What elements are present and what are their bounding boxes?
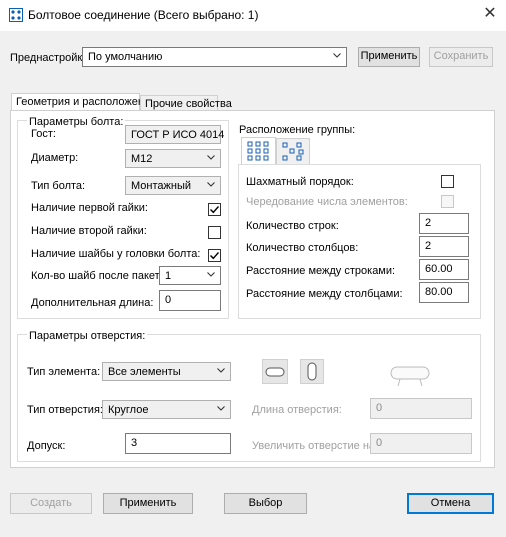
washers-after-value: 1 bbox=[165, 270, 172, 282]
cols-input[interactable]: 2 bbox=[419, 236, 469, 257]
second-nut-label: Наличие второй гайки: bbox=[31, 225, 147, 237]
tab-other-properties[interactable]: Прочие свойства bbox=[140, 95, 232, 111]
grid-icon bbox=[9, 8, 23, 22]
diameter-value: M12 bbox=[131, 153, 153, 165]
bolt-type-value: Монтажный bbox=[131, 180, 191, 192]
hole-type-value: Круглое bbox=[108, 404, 149, 416]
head-washer-label: Наличие шайбы у головки болта: bbox=[31, 248, 201, 260]
standard-value: ГОСТ Р ИСО 4014 bbox=[131, 129, 225, 141]
chevron-down-icon bbox=[217, 406, 225, 411]
rows-label: Количество строк: bbox=[246, 220, 339, 232]
standard-label: Гост: bbox=[31, 128, 56, 140]
col-spacing-input[interactable]: 80.00 bbox=[419, 282, 469, 303]
hole-type-label: Тип отверстия: bbox=[27, 404, 103, 416]
slot-vertical-button[interactable] bbox=[300, 359, 324, 384]
check-icon bbox=[210, 206, 220, 214]
bolt-type-dropdown[interactable]: Монтажный bbox=[125, 176, 221, 195]
staggered-layout-icon bbox=[282, 142, 304, 161]
extra-length-input[interactable]: 0 bbox=[159, 290, 221, 311]
close-icon[interactable]: ✕ bbox=[480, 5, 500, 25]
slot-horizontal-icon bbox=[265, 367, 285, 377]
cancel-button[interactable]: Отмена bbox=[407, 493, 494, 514]
diameter-dropdown[interactable]: M12 bbox=[125, 149, 221, 168]
grid-layout-icon bbox=[247, 141, 269, 161]
cols-label: Количество столбцов: bbox=[246, 242, 359, 254]
col-spacing-label: Расстояние между столбцами: bbox=[246, 288, 403, 300]
check-icon bbox=[210, 252, 220, 260]
washers-after-dropdown[interactable]: 1 bbox=[159, 266, 221, 285]
layout-group-title: Расположение группы: bbox=[239, 124, 356, 136]
select-button[interactable]: Выбор bbox=[224, 493, 307, 514]
rows-input[interactable]: 2 bbox=[419, 213, 469, 234]
second-nut-checkbox[interactable] bbox=[208, 226, 221, 239]
enlarge-input[interactable]: 0 bbox=[370, 433, 472, 454]
apply-button[interactable]: Применить bbox=[103, 493, 193, 514]
enlarge-label: Увеличить отверстие на: bbox=[252, 440, 379, 452]
head-washer-checkbox[interactable] bbox=[208, 249, 221, 262]
first-nut-checkbox[interactable] bbox=[208, 203, 221, 216]
chevron-down-icon bbox=[207, 182, 215, 187]
chevron-down-icon bbox=[217, 368, 225, 373]
bolt-type-label: Тип болта: bbox=[31, 180, 86, 192]
tolerance-input[interactable]: 3 bbox=[125, 433, 231, 454]
presets-label: Преднастройки: bbox=[10, 52, 92, 64]
washers-after-label: Кол-во шайб после пакета: bbox=[31, 270, 169, 282]
hole-length-label: Длина отверстия: bbox=[252, 404, 342, 416]
row-spacing-label: Расстояние между строками: bbox=[246, 265, 396, 277]
hole-preview-icon bbox=[390, 366, 430, 387]
element-type-value: Все элементы bbox=[108, 366, 181, 378]
extra-length-label: Дополнительная длина: bbox=[31, 297, 154, 309]
slot-horizontal-button[interactable] bbox=[262, 359, 288, 384]
alternate-checkbox[interactable] bbox=[441, 195, 454, 208]
hole-length-input[interactable]: 0 bbox=[370, 398, 472, 419]
chevron-down-icon bbox=[207, 155, 215, 160]
slot-vertical-icon bbox=[307, 362, 317, 381]
presets-value: По умолчанию bbox=[88, 51, 163, 63]
layout-staggered-tab[interactable] bbox=[276, 138, 310, 164]
hole-params-title: Параметры отверстия: bbox=[27, 330, 148, 343]
staggered-label: Шахматный порядок: bbox=[246, 176, 354, 188]
element-type-label: Тип элемента: bbox=[27, 366, 101, 378]
layout-grid-tab[interactable] bbox=[241, 137, 276, 164]
presets-apply-button[interactable]: Применить bbox=[358, 47, 420, 67]
chevron-down-icon bbox=[207, 272, 215, 277]
diameter-label: Диаметр: bbox=[31, 152, 79, 164]
standard-dropdown[interactable]: ГОСТ Р ИСО 4014 bbox=[125, 125, 225, 144]
presets-dropdown[interactable]: По умолчанию bbox=[82, 47, 347, 67]
alternate-label: Чередование числа элементов: bbox=[246, 196, 408, 208]
first-nut-label: Наличие первой гайки: bbox=[31, 202, 148, 214]
staggered-checkbox[interactable] bbox=[441, 175, 454, 188]
create-button[interactable]: Создать bbox=[10, 493, 92, 514]
tab-geometry[interactable]: Геометрия и расположение bbox=[11, 93, 156, 111]
element-type-dropdown[interactable]: Все элементы bbox=[102, 362, 231, 381]
window-title: Болтовое соединение (Всего выбрано: 1) bbox=[28, 8, 259, 22]
chevron-down-icon bbox=[333, 53, 341, 58]
hole-type-dropdown[interactable]: Круглое bbox=[102, 400, 231, 419]
presets-save-button[interactable]: Сохранить bbox=[429, 47, 493, 67]
tolerance-label: Допуск: bbox=[27, 440, 66, 452]
row-spacing-input[interactable]: 60.00 bbox=[419, 259, 469, 280]
